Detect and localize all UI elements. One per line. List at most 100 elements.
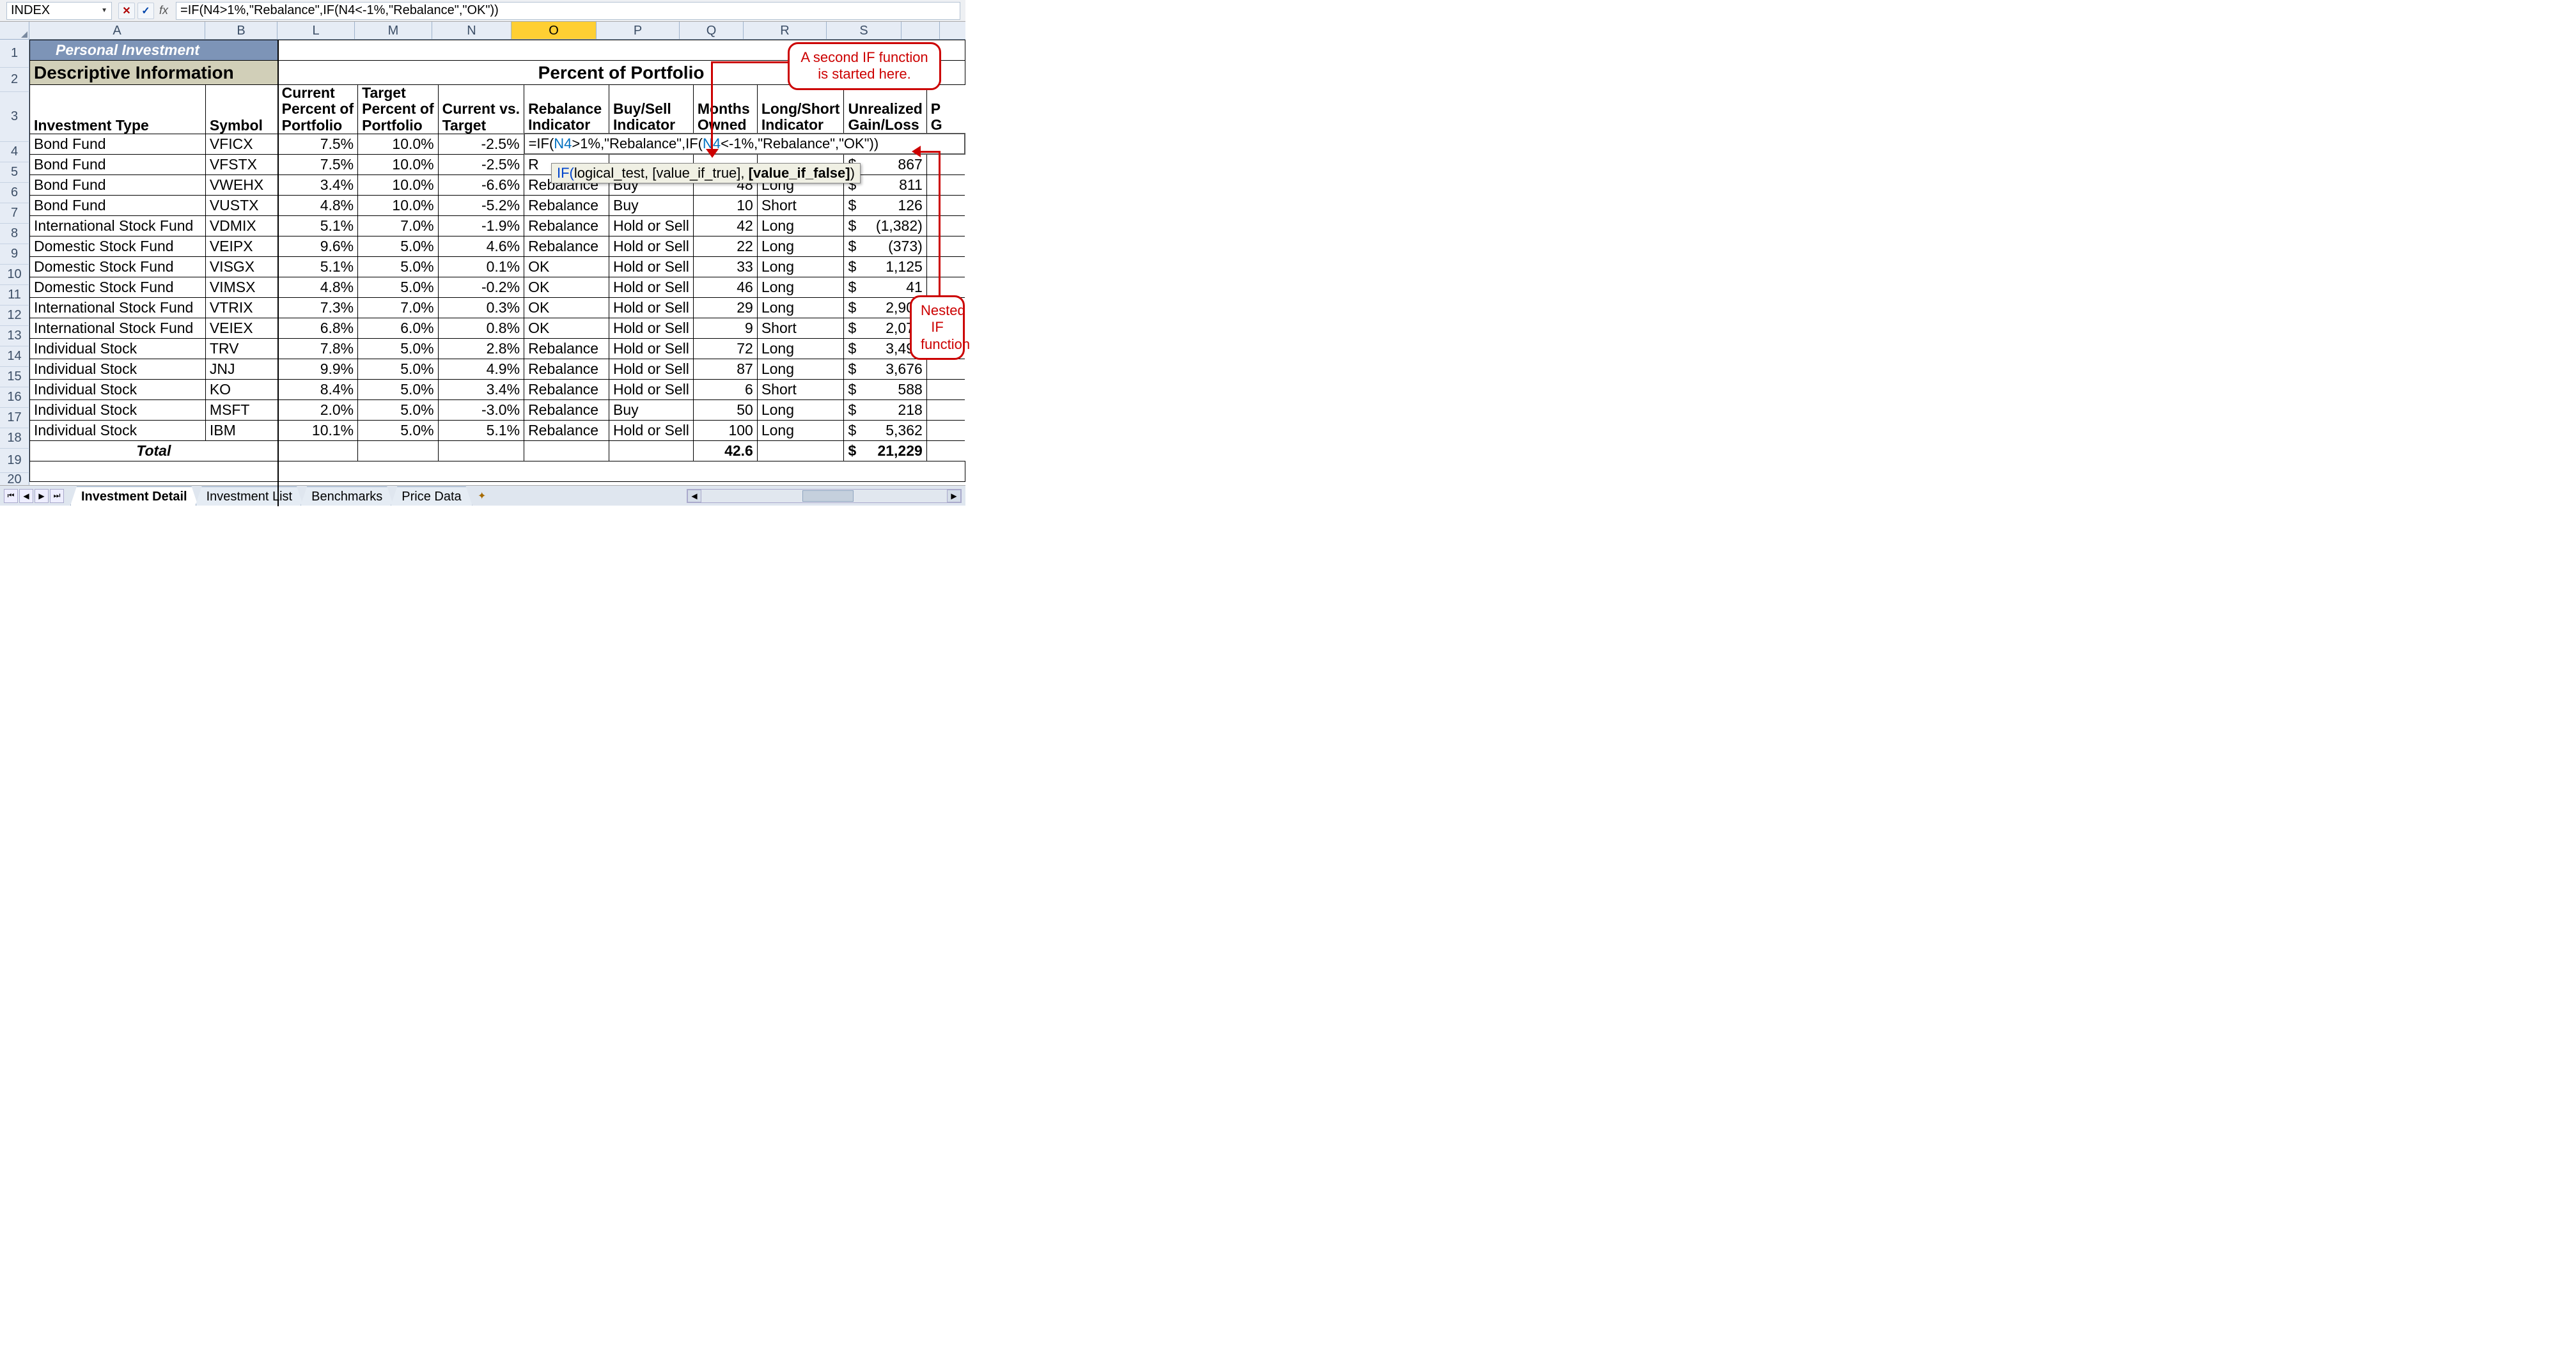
cell[interactable] [926, 154, 965, 174]
cell[interactable]: $5,362 [844, 420, 926, 440]
dropdown-icon[interactable]: ▼ [101, 7, 107, 14]
cell[interactable]: 7.8% [277, 338, 357, 359]
scroll-left-button[interactable]: ◀ [687, 490, 701, 502]
cell[interactable]: Bond Fund [30, 195, 206, 215]
cell[interactable]: Short [757, 318, 844, 338]
cell[interactable]: Long [757, 359, 844, 379]
cell[interactable]: Hold or Sell [609, 359, 694, 379]
sheet-tab[interactable]: Investment Detail [70, 486, 198, 506]
cell[interactable]: KO [205, 379, 277, 399]
col-header-B[interactable]: B [205, 22, 277, 39]
cell[interactable]: Long [757, 338, 844, 359]
row-header-17[interactable]: 17 [0, 408, 29, 428]
cell[interactable]: VFSTX [205, 154, 277, 174]
col-header-A[interactable]: A [29, 22, 205, 39]
cell[interactable]: $3,676 [844, 359, 926, 379]
formula-input[interactable]: =IF(N4>1%,"Rebalance",IF(N4<-1%,"Rebalan… [176, 2, 960, 20]
table-row[interactable]: Individual StockMSFT2.0%5.0%-3.0%Rebalan… [30, 399, 965, 420]
cell[interactable]: OK [524, 277, 609, 297]
cell[interactable]: 9 [693, 318, 757, 338]
cell[interactable]: -5.2% [438, 195, 524, 215]
scroll-right-button[interactable]: ▶ [947, 490, 961, 502]
tab-prev-button[interactable]: ◀ [19, 489, 33, 503]
row-header-8[interactable]: 8 [0, 224, 29, 244]
cell[interactable]: Rebalance [524, 338, 609, 359]
cell[interactable]: 10.0% [358, 154, 438, 174]
cell[interactable]: Domestic Stock Fund [30, 236, 206, 256]
table-row[interactable]: International Stock FundVDMIX5.1%7.0%-1.… [30, 215, 965, 236]
cell[interactable]: 9.6% [277, 236, 357, 256]
cell[interactable]: 7.5% [277, 154, 357, 174]
cell[interactable]: 3.4% [277, 174, 357, 195]
cell[interactable]: VISGX [205, 256, 277, 277]
cell[interactable]: 5.0% [358, 277, 438, 297]
table-row[interactable]: Individual StockJNJ9.9%5.0%4.9%Rebalance… [30, 359, 965, 379]
cell[interactable]: 10.1% [277, 420, 357, 440]
cell[interactable]: VIMSX [205, 277, 277, 297]
cell[interactable]: International Stock Fund [30, 297, 206, 318]
cell[interactable]: 10 [693, 195, 757, 215]
cell[interactable] [926, 215, 965, 236]
cell[interactable]: 4.6% [438, 236, 524, 256]
cell[interactable]: VTRIX [205, 297, 277, 318]
tab-first-button[interactable]: ⏮ [4, 489, 18, 503]
sheet-tab[interactable]: Price Data [391, 486, 472, 506]
col-header-N[interactable]: N [432, 22, 511, 39]
select-all-corner[interactable] [0, 22, 29, 39]
cell[interactable]: $1,125 [844, 256, 926, 277]
cell[interactable]: $126 [844, 195, 926, 215]
cell[interactable]: 5.1% [277, 215, 357, 236]
cell[interactable] [926, 420, 965, 440]
horizontal-scrollbar[interactable]: ◀ ▶ [687, 489, 962, 503]
cell[interactable]: Long [757, 215, 844, 236]
table-row[interactable]: Bond FundVUSTX4.8%10.0%-5.2%RebalanceBuy… [30, 195, 965, 215]
sheet-tab[interactable]: Benchmarks [301, 486, 393, 506]
cell[interactable] [926, 379, 965, 399]
cell[interactable]: MSFT [205, 399, 277, 420]
data-grid[interactable]: Personal Investment Descriptive Informat… [29, 40, 965, 482]
cell[interactable]: JNJ [205, 359, 277, 379]
cell[interactable]: OK [524, 256, 609, 277]
cell[interactable]: 2.0% [277, 399, 357, 420]
cell[interactable]: Individual Stock [30, 399, 206, 420]
cell[interactable]: 42 [693, 215, 757, 236]
cell[interactable]: VDMIX [205, 215, 277, 236]
cell[interactable]: Domestic Stock Fund [30, 256, 206, 277]
table-row[interactable]: Individual StockTRV7.8%5.0%2.8%Rebalance… [30, 338, 965, 359]
row-header-15[interactable]: 15 [0, 367, 29, 387]
row-header-3[interactable]: 3 [0, 92, 29, 142]
cell[interactable]: -2.5% [438, 134, 524, 154]
cell[interactable]: 6.8% [277, 318, 357, 338]
cell[interactable]: 5.0% [358, 256, 438, 277]
cell[interactable]: 4.8% [277, 277, 357, 297]
row-header-18[interactable]: 18 [0, 428, 29, 449]
col-header-T[interactable] [902, 22, 940, 39]
cell[interactable]: OK [524, 318, 609, 338]
cell[interactable]: Rebalance [524, 215, 609, 236]
cell[interactable]: VUSTX [205, 195, 277, 215]
cell[interactable]: Long [757, 277, 844, 297]
cell[interactable]: Bond Fund [30, 134, 206, 154]
table-row[interactable]: Individual StockKO8.4%5.0%3.4%RebalanceH… [30, 379, 965, 399]
cell[interactable]: Hold or Sell [609, 277, 694, 297]
row-header-12[interactable]: 12 [0, 306, 29, 326]
cell[interactable]: International Stock Fund [30, 318, 206, 338]
cell[interactable]: Hold or Sell [609, 236, 694, 256]
cell[interactable]: Long [757, 236, 844, 256]
cell[interactable]: Individual Stock [30, 338, 206, 359]
cell[interactable]: 5.0% [358, 420, 438, 440]
cell[interactable]: 4.8% [277, 195, 357, 215]
cell[interactable]: 5.0% [358, 236, 438, 256]
col-header-Q[interactable]: Q [680, 22, 744, 39]
cell[interactable] [926, 256, 965, 277]
cell[interactable]: Long [757, 297, 844, 318]
cell[interactable]: Hold or Sell [609, 318, 694, 338]
cell[interactable]: 7.3% [277, 297, 357, 318]
cell[interactable]: Bond Fund [30, 174, 206, 195]
cell[interactable]: 7.0% [358, 297, 438, 318]
cell[interactable]: Rebalance [524, 420, 609, 440]
cell[interactable]: 4.9% [438, 359, 524, 379]
cell[interactable]: Buy [609, 195, 694, 215]
cell[interactable]: Rebalance [524, 359, 609, 379]
cell[interactable]: Rebalance [524, 399, 609, 420]
